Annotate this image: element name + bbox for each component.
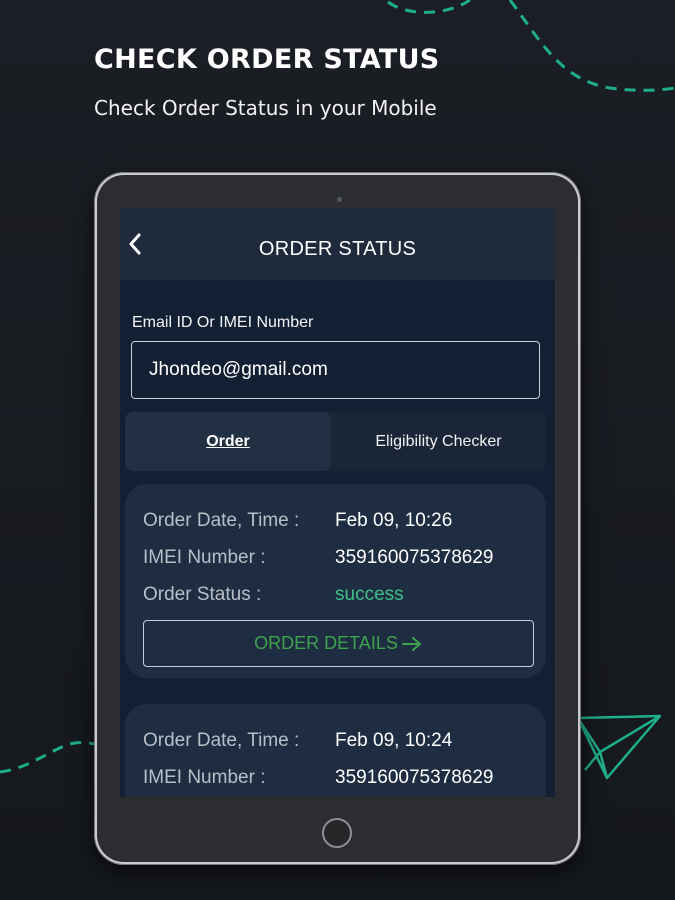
back-button[interactable] [120, 226, 150, 262]
imei-row: IMEI Number : 359160075378629 [143, 547, 536, 573]
tab-order[interactable]: Order [125, 412, 331, 471]
order-details-button[interactable]: ORDER DETAILS [143, 620, 534, 667]
page-title: ORDER STATUS [258, 238, 417, 260]
order-date-row: Order Date, Time : Feb 09, 10:26 [143, 510, 536, 536]
order-status-row: Order Status : success [143, 584, 536, 610]
order-date-label: Order Date, Time : [143, 510, 300, 531]
chevron-left-icon [129, 233, 141, 255]
imei-label: IMEI Number : [143, 767, 266, 788]
promo-headline: CHECK ORDER STATUS [94, 44, 440, 75]
order-status-label: Order Status : [143, 584, 262, 605]
camera-icon [337, 197, 342, 202]
home-button[interactable] [322, 818, 352, 848]
order-card: Order Date, Time : Feb 09, 10:26 IMEI Nu… [125, 484, 546, 678]
order-date-value: Feb 09, 10:26 [335, 510, 453, 531]
promo-subheadline: Check Order Status in your Mobile [94, 96, 437, 120]
status-badge: success [335, 584, 404, 605]
tab-bar: Order Eligibility Checker [125, 412, 546, 471]
imei-value: 359160075378629 [335, 767, 494, 788]
email-imei-input[interactable] [131, 341, 540, 399]
order-date-label: Order Date, Time : [143, 730, 300, 751]
app-bar: ORDER STATUS [120, 208, 555, 280]
imei-label: IMEI Number : [143, 547, 266, 568]
arrow-right-icon [401, 636, 423, 652]
tablet-bezel: ORDER STATUS Email ID Or IMEI Number Ord… [97, 175, 578, 862]
paper-plane-icon [576, 714, 662, 780]
imei-row: IMEI Number : 359160075378629 [143, 767, 536, 793]
search-field-label: Email ID Or IMEI Number [132, 314, 314, 331]
order-details-label: ORDER DETAILS [254, 633, 398, 653]
tab-eligibility-checker[interactable]: Eligibility Checker [331, 412, 546, 471]
tablet-device: ORDER STATUS Email ID Or IMEI Number Ord… [94, 172, 581, 865]
app-screen: ORDER STATUS Email ID Or IMEI Number Ord… [120, 208, 555, 797]
order-card: Order Date, Time : Feb 09, 10:24 IMEI Nu… [125, 704, 546, 797]
imei-value: 359160075378629 [335, 547, 494, 568]
order-date-row: Order Date, Time : Feb 09, 10:24 [143, 730, 536, 756]
order-date-value: Feb 09, 10:24 [335, 730, 453, 751]
